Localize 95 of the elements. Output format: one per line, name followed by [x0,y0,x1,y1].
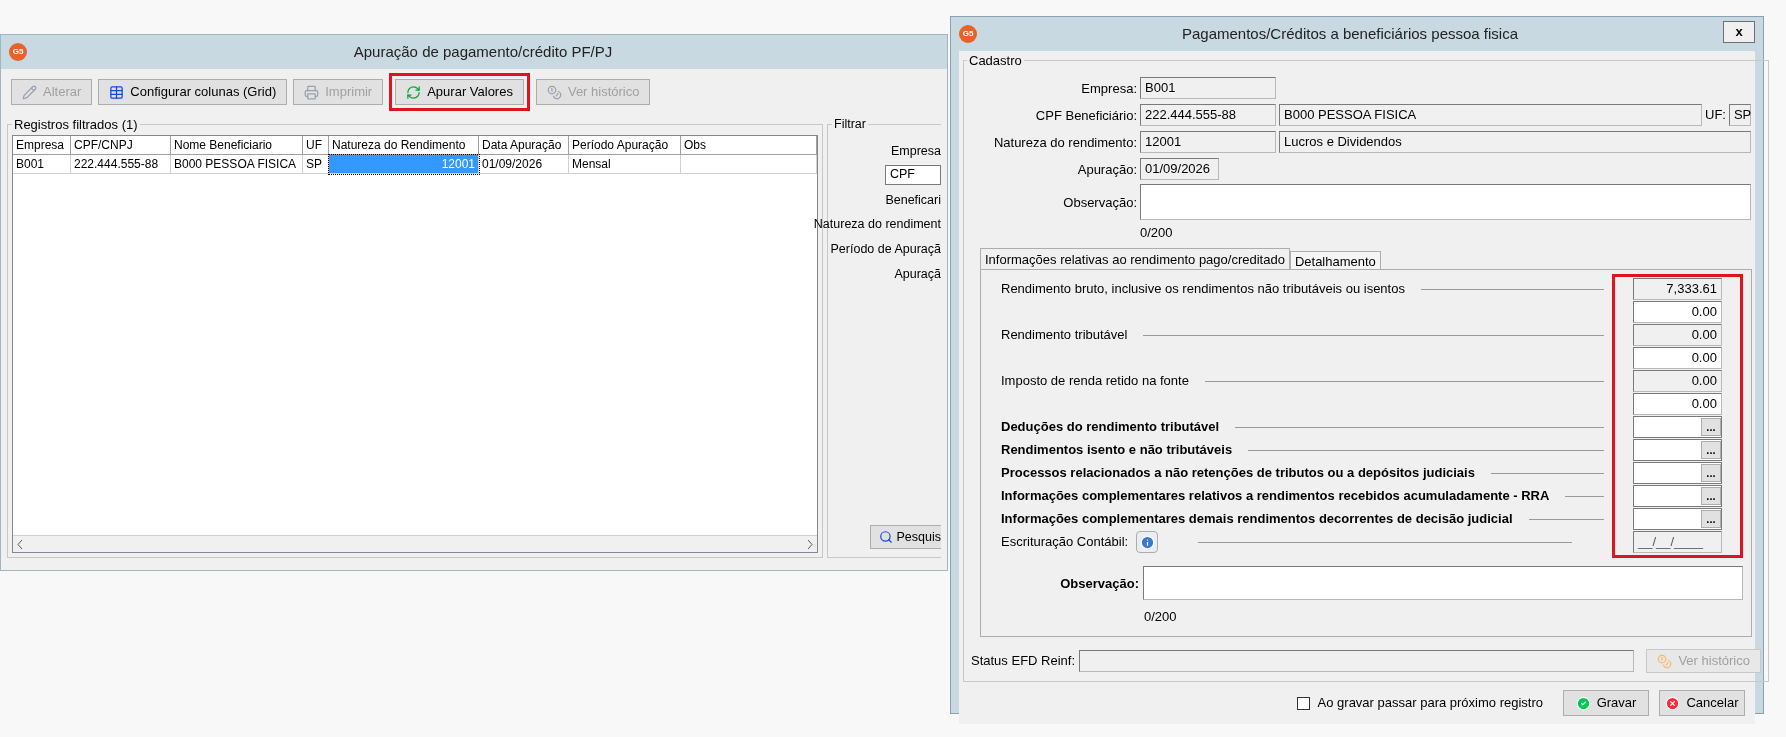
search-button[interactable]: Pesquis [869,525,941,549]
lookup-button[interactable]: ... [1700,441,1721,459]
amount-input[interactable]: 0.00 [1632,347,1722,369]
info-button[interactable] [1136,531,1159,553]
field-label: Período de Apuraçã [830,241,941,258]
table-cell[interactable]: 222.444.555-88 [71,154,171,174]
field-label: 0/200 [1140,223,1174,242]
scroll-right-icon[interactable] [807,539,813,549]
table-cell[interactable]: B000 PESSOA FISICA [171,154,303,174]
field-label: Apuração: [1077,161,1137,177]
field-label: Apuraçã [894,265,941,283]
window-title: Pagamentos/Créditos a beneficiários pessoa fisica [1181,23,1519,44]
field-label: Empresa [890,142,941,160]
coins-icon [1657,653,1673,669]
type-dropdown[interactable]: CPF [885,164,941,185]
lookup-button[interactable]: ... [1700,464,1721,482]
app-logo: G5 [959,25,977,43]
lookup-field[interactable]: ... [1632,439,1722,461]
toolbar-button[interactable]: Apurar Valores [395,79,524,105]
group-title: Registros filtrados (1) [13,116,139,134]
info-icon [1139,534,1155,550]
field-label: Observação: [1060,576,1139,591]
text-field[interactable]: 01/09/2026 [1140,157,1219,180]
checkbox[interactable] [1296,696,1310,710]
observation-textarea[interactable] [1140,183,1751,220]
toolbar-button[interactable]: Configurar colunas (Grid) [98,79,288,105]
close-button[interactable]: x [1723,21,1755,43]
table-cell[interactable]: Mensal [569,154,681,174]
field-label: Rendimentos isento e não tributáveis [1001,441,1233,460]
field-label: Processos relacionados a não retenções de tributos ou a depósitos judiciais [1001,464,1475,483]
text-field[interactable]: B000 PESSOA FISICA [1279,103,1702,126]
lookup-button[interactable]: ... [1700,510,1721,528]
field-label: Imposto de renda retido na fonte [1001,372,1189,391]
check-icon [1575,695,1591,711]
lookup-field[interactable]: ... [1632,462,1722,484]
field-label: 0/200 [1144,609,1177,624]
field-label: Escrituração Contábil: [1001,533,1129,552]
group-title: Cadastro [968,52,1023,70]
table-icon [109,84,125,100]
field-label: Natureza do rendimento: [993,134,1137,150]
field-label: Deduções do rendimento tributável [1001,418,1220,437]
column-header[interactable]: Data Apuração [479,135,569,155]
field-label: Informações complementares demais rendimentos decorrentes de decisão judicial [1001,510,1513,529]
lookup-button[interactable]: ... [1700,487,1721,505]
close-icon [1665,695,1681,711]
field-label: UF: [1705,105,1726,124]
window-title: Apuração de pagamento/crédito PF/PJ [352,41,614,62]
tab[interactable]: Informações relativas ao rendimento pago/creditado [980,248,1290,270]
horizontal-scrollbar[interactable] [13,535,817,552]
table-cell[interactable] [681,154,817,174]
column-header[interactable]: Nome Beneficiario [171,135,303,155]
observation-textarea[interactable] [1143,566,1743,600]
lookup-button[interactable]: ... [1700,418,1721,436]
field-label: Natureza do rendiment [813,216,941,234]
pencil-icon [22,84,37,100]
column-header[interactable]: UF [303,135,329,155]
group-title: Filtrar [833,116,867,133]
field-label: Observação: [1063,194,1137,210]
text-field[interactable]: 222.444.555-88 [1140,103,1276,126]
text-field[interactable]: SP [1728,103,1751,126]
date-field[interactable]: __/__/____ [1632,531,1722,553]
refresh-icon [406,84,422,100]
lookup-field[interactable]: ... [1632,508,1722,530]
field-label: Rendimento tributável [1001,326,1128,345]
cancel-button[interactable]: Cancelar [1659,690,1745,716]
printer-icon [304,84,320,100]
scroll-left-icon[interactable] [17,539,23,549]
amount-field[interactable]: 0.00 [1632,370,1722,392]
text-field[interactable]: Lucros e Dividendos [1279,130,1751,153]
field-label: Status EFD Reinf: [971,652,1076,671]
table-cell[interactable]: B001 [13,154,71,174]
field-label: Beneficari [885,191,941,209]
lookup-field[interactable]: ... [1632,416,1722,438]
field-label: Ao gravar passar para próximo registro [1317,694,1543,713]
text-field[interactable]: 12001 [1140,130,1276,153]
column-header[interactable]: Período Apuração [569,135,681,155]
field-label: Informações complementares relativos a rendimentos recebidos acumuladamente - RRA [1001,487,1550,506]
save-button[interactable]: Gravar [1563,690,1649,716]
field-label: Empresa: [1081,80,1137,96]
text-field[interactable]: B001 [1140,76,1276,99]
lookup-field[interactable]: ... [1632,485,1722,507]
amount-field[interactable]: 0.00 [1632,324,1722,346]
amount-input[interactable]: 0.00 [1632,393,1722,415]
column-header[interactable]: Empresa [13,135,71,155]
column-header[interactable]: Obs [681,135,817,155]
coins-icon [546,84,562,100]
table-cell[interactable]: 01/09/2026 [479,154,569,174]
field-label: CPF Beneficiário: [1035,107,1137,123]
search-icon [878,530,893,544]
column-header[interactable]: CPF/CNPJ [71,135,171,155]
field-label: Rendimento bruto, inclusive os rendimentos não tributáveis ou isentos [1001,280,1405,299]
column-header[interactable]: Natureza do Rendimento [329,135,479,155]
app-logo: G5 [9,43,27,61]
amount-input[interactable]: 0.00 [1632,301,1722,323]
amount-field[interactable]: 7,333.61 [1632,278,1722,300]
